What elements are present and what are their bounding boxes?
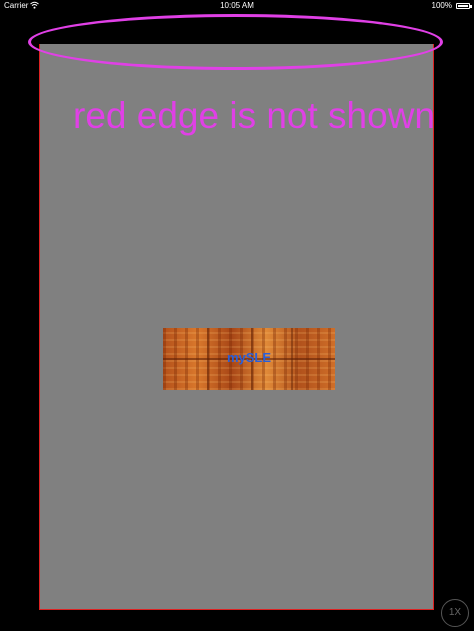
annotation-text: red edge is not shown [73,95,436,136]
scale-toggle-button[interactable]: 1X [441,599,469,627]
battery-percent: 100% [431,1,452,10]
status-bar: Carrier 10:05 AM 100% [0,0,474,12]
battery-icon [456,3,470,9]
annotation-ellipse [28,14,443,70]
wood-texture-image: mySLE [163,328,335,390]
battery-tip [470,5,472,8]
image-label: mySLE [226,350,272,365]
clock-time: 10:05 AM [220,1,254,10]
